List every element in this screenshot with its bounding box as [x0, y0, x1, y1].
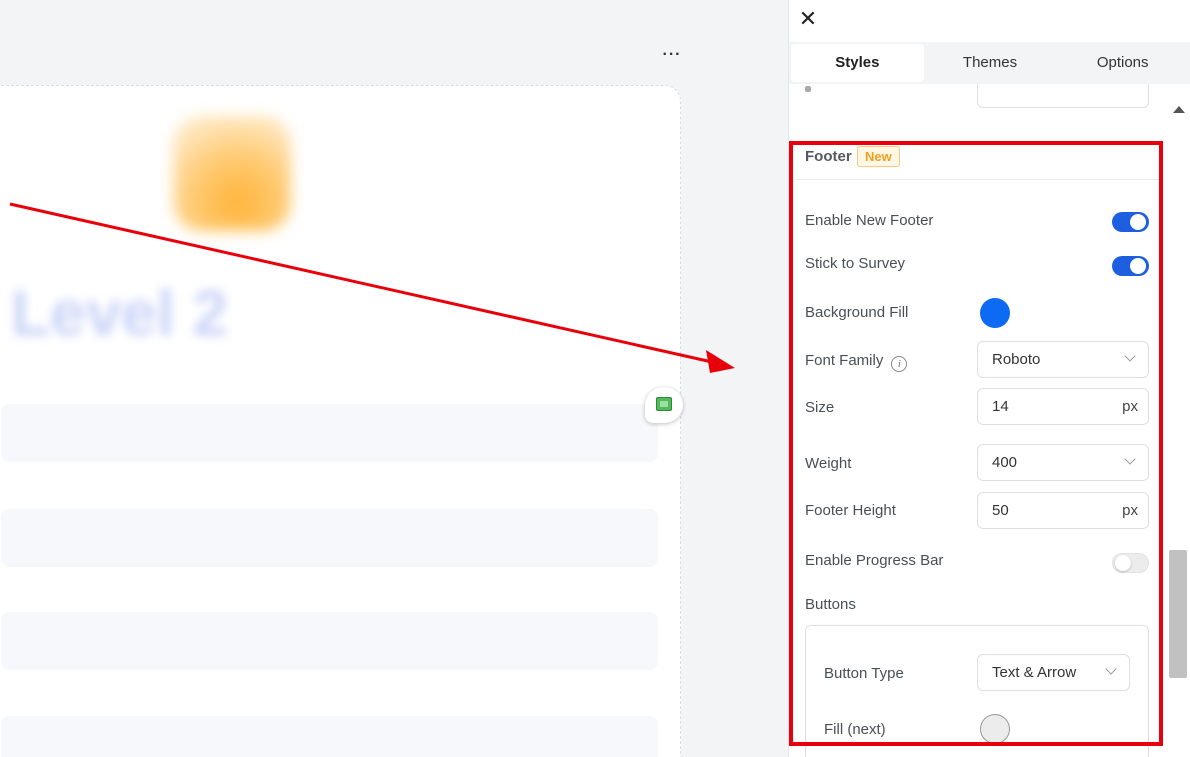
survey-logo-image: [173, 116, 291, 231]
footer-height-label: Footer Height: [805, 502, 896, 519]
close-icon[interactable]: ✕: [797, 8, 819, 30]
font-family-select[interactable]: Roboto: [977, 341, 1149, 378]
button-type-label: Button Type: [824, 665, 904, 682]
image-edit-icon: [656, 397, 672, 411]
weight-select[interactable]: 400: [977, 444, 1149, 481]
answer-choice[interactable]: [1, 716, 658, 757]
styles-content: Footer New Enable New Footer Stick to Su…: [789, 84, 1190, 757]
buttons-label: Buttons: [805, 596, 856, 613]
new-badge: New: [857, 146, 900, 167]
answer-choice[interactable]: [1, 404, 658, 462]
edit-image-button[interactable]: [645, 387, 683, 423]
stick-to-survey-label: Stick to Survey: [805, 255, 906, 272]
enable-progress-bar-toggle[interactable]: [1112, 553, 1149, 573]
size-input[interactable]: 14 px: [977, 388, 1149, 425]
buttons-settings-box: Button Type Text & Arrow Fill (next): [805, 625, 1149, 757]
footer-section-title: Footer: [805, 148, 852, 165]
enable-new-footer-toggle[interactable]: [1112, 212, 1149, 232]
panel-scrollbar[interactable]: [1167, 84, 1190, 757]
scroll-up-arrow-icon[interactable]: [1173, 106, 1185, 113]
survey-question-title: Level 2: [11, 277, 229, 349]
answer-choice[interactable]: [1, 509, 658, 567]
enable-new-footer-label: Enable New Footer: [805, 212, 934, 229]
footer-height-input[interactable]: 50 px: [977, 492, 1149, 529]
size-label: Size: [805, 399, 835, 416]
font-family-label: Font Family i: [805, 352, 908, 372]
background-fill-color-swatch[interactable]: [980, 298, 1010, 328]
footer-section-header: Footer New: [795, 144, 1159, 180]
tab-themes[interactable]: Themes: [924, 44, 1057, 82]
more-options-button[interactable]: ···: [662, 47, 682, 68]
cut-off-input[interactable]: [977, 84, 1149, 108]
scrollbar-thumb[interactable]: [1169, 550, 1187, 678]
chevron-down-icon: [1105, 663, 1117, 675]
answer-choice[interactable]: [1, 612, 658, 670]
styles-panel: ✕ Styles Themes Options Footer New Enabl…: [788, 0, 1190, 757]
survey-card[interactable]: Level 2: [0, 85, 681, 757]
panel-tabs: Styles Themes Options: [789, 42, 1190, 84]
weight-label: Weight: [805, 455, 852, 472]
fill-next-label: Fill (next): [824, 721, 886, 738]
survey-canvas: ··· Level 2: [0, 0, 788, 757]
info-icon[interactable]: i: [891, 356, 908, 372]
fill-next-color-swatch[interactable]: [980, 714, 1010, 744]
chevron-down-icon: [1124, 453, 1136, 465]
tab-styles[interactable]: Styles: [791, 44, 924, 82]
chevron-down-icon: [1124, 350, 1136, 362]
tab-options[interactable]: Options: [1056, 44, 1189, 82]
cut-off-label: [805, 86, 811, 92]
background-fill-label: Background Fill: [805, 304, 909, 321]
button-type-select[interactable]: Text & Arrow: [977, 654, 1130, 691]
stick-to-survey-toggle[interactable]: [1112, 256, 1149, 276]
enable-progress-bar-label: Enable Progress Bar: [805, 552, 944, 569]
